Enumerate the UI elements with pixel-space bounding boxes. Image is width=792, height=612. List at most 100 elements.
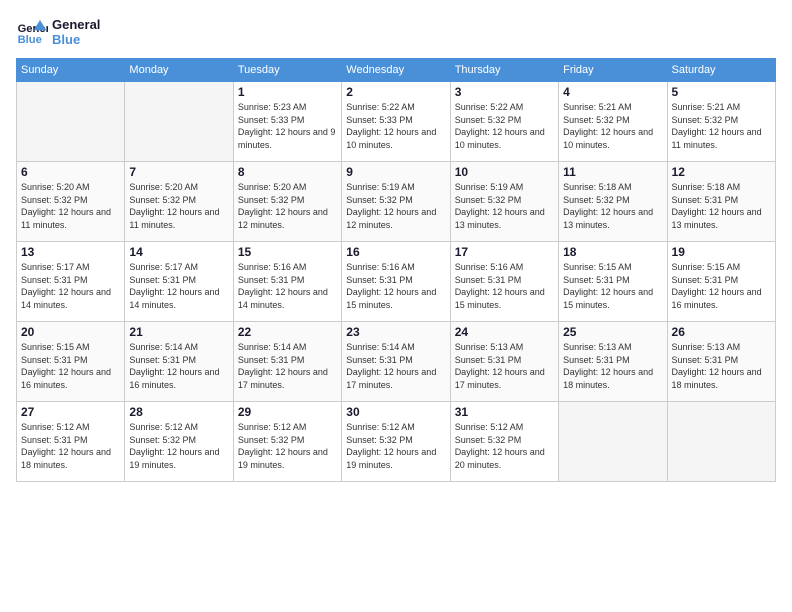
- day-info: Sunrise: 5:15 AMSunset: 5:31 PMDaylight:…: [672, 261, 771, 311]
- day-info: Sunrise: 5:15 AMSunset: 5:31 PMDaylight:…: [21, 341, 120, 391]
- day-info: Sunrise: 5:22 AMSunset: 5:32 PMDaylight:…: [455, 101, 554, 151]
- day-number: 27: [21, 405, 120, 419]
- day-number: 1: [238, 85, 337, 99]
- logo: General Blue General Blue: [16, 16, 100, 48]
- calendar-cell: 15Sunrise: 5:16 AMSunset: 5:31 PMDayligh…: [233, 242, 341, 322]
- day-number: 4: [563, 85, 662, 99]
- calendar-cell: 25 Sunrise: 5:13 AMSunset: 5:31 PMDayligh…: [559, 322, 667, 402]
- calendar-week-row: 27 Sunrise: 5:12 AMSunset: 5:31 PMDayligh…: [17, 402, 776, 482]
- calendar-cell: 4 Sunrise: 5:21 AMSunset: 5:32 PMDaylight…: [559, 82, 667, 162]
- day-number: 16: [346, 245, 445, 259]
- day-number: 3: [455, 85, 554, 99]
- day-number: 7: [129, 165, 228, 179]
- day-info: Sunrise: 5:14 AMSunset: 5:31 PMDaylight:…: [346, 341, 445, 391]
- day-info: Sunrise: 5:17 AMSunset: 5:31 PMDaylight:…: [21, 261, 120, 311]
- day-info: Sunrise: 5:23 AMSunset: 5:33 PMDaylight:…: [238, 101, 337, 151]
- day-info: Sunrise: 5:14 AMSunset: 5:31 PMDaylight:…: [238, 341, 337, 391]
- day-number: 25: [563, 325, 662, 339]
- day-number: 22: [238, 325, 337, 339]
- day-number: 18: [563, 245, 662, 259]
- day-info: Sunrise: 5:12 AMSunset: 5:32 PMDaylight:…: [129, 421, 228, 471]
- calendar-week-row: 1 Sunrise: 5:23 AMSunset: 5:33 PMDaylight…: [17, 82, 776, 162]
- day-info: Sunrise: 5:21 AMSunset: 5:32 PMDaylight:…: [563, 101, 662, 151]
- day-info: Sunrise: 5:16 AMSunset: 5:31 PMDaylight:…: [346, 261, 445, 311]
- day-number: 31: [455, 405, 554, 419]
- calendar-cell: 19 Sunrise: 5:15 AMSunset: 5:31 PMDayligh…: [667, 242, 775, 322]
- calendar-cell: 18 Sunrise: 5:15 AMSunset: 5:31 PMDayligh…: [559, 242, 667, 322]
- day-number: 20: [21, 325, 120, 339]
- day-number: 2: [346, 85, 445, 99]
- weekday-header: Wednesday: [342, 59, 450, 82]
- calendar-cell: 10Sunrise: 5:19 AMSunset: 5:32 PMDayligh…: [450, 162, 558, 242]
- weekday-header: Sunday: [17, 59, 125, 82]
- calendar-week-row: 6 Sunrise: 5:20 AMSunset: 5:32 PMDaylight…: [17, 162, 776, 242]
- calendar-header-row: SundayMondayTuesdayWednesdayThursdayFrid…: [17, 59, 776, 82]
- day-info: Sunrise: 5:20 AMSunset: 5:32 PMDaylight:…: [21, 181, 120, 231]
- weekday-header: Friday: [559, 59, 667, 82]
- day-info: Sunrise: 5:18 AMSunset: 5:31 PMDaylight:…: [672, 181, 771, 231]
- weekday-header: Saturday: [667, 59, 775, 82]
- calendar-cell: 16 Sunrise: 5:16 AMSunset: 5:31 PMDayligh…: [342, 242, 450, 322]
- day-info: Sunrise: 5:12 AMSunset: 5:31 PMDaylight:…: [21, 421, 120, 471]
- day-number: 14: [129, 245, 228, 259]
- day-info: Sunrise: 5:12 AMSunset: 5:32 PMDaylight:…: [238, 421, 337, 471]
- weekday-header: Monday: [125, 59, 233, 82]
- day-number: 6: [21, 165, 120, 179]
- day-info: Sunrise: 5:16 AMSunset: 5:31 PMDaylight:…: [238, 261, 337, 311]
- weekday-header: Tuesday: [233, 59, 341, 82]
- calendar-cell: 6 Sunrise: 5:20 AMSunset: 5:32 PMDaylight…: [17, 162, 125, 242]
- calendar-cell: 22 Sunrise: 5:14 AMSunset: 5:31 PMDayligh…: [233, 322, 341, 402]
- day-number: 13: [21, 245, 120, 259]
- calendar-cell: 29 Sunrise: 5:12 AMSunset: 5:32 PMDayligh…: [233, 402, 341, 482]
- calendar-cell: 3 Sunrise: 5:22 AMSunset: 5:32 PMDaylight…: [450, 82, 558, 162]
- calendar-cell: 26Sunrise: 5:13 AMSunset: 5:31 PMDayligh…: [667, 322, 775, 402]
- calendar-cell: 20 Sunrise: 5:15 AMSunset: 5:31 PMDayligh…: [17, 322, 125, 402]
- day-number: 28: [129, 405, 228, 419]
- calendar-cell: 1 Sunrise: 5:23 AMSunset: 5:33 PMDaylight…: [233, 82, 341, 162]
- calendar-cell: 2 Sunrise: 5:22 AMSunset: 5:33 PMDaylight…: [342, 82, 450, 162]
- calendar-cell: 31Sunrise: 5:12 AMSunset: 5:32 PMDayligh…: [450, 402, 558, 482]
- calendar-cell: 27 Sunrise: 5:12 AMSunset: 5:31 PMDayligh…: [17, 402, 125, 482]
- calendar-week-row: 13 Sunrise: 5:17 AMSunset: 5:31 PMDayligh…: [17, 242, 776, 322]
- day-number: 8: [238, 165, 337, 179]
- calendar-cell: 30 Sunrise: 5:12 AMSunset: 5:32 PMDayligh…: [342, 402, 450, 482]
- day-info: Sunrise: 5:20 AMSunset: 5:32 PMDaylight:…: [129, 181, 228, 231]
- calendar-cell: 11Sunrise: 5:18 AMSunset: 5:32 PMDayligh…: [559, 162, 667, 242]
- day-info: Sunrise: 5:15 AMSunset: 5:31 PMDaylight:…: [563, 261, 662, 311]
- calendar-cell: 24 Sunrise: 5:13 AMSunset: 5:31 PMDayligh…: [450, 322, 558, 402]
- calendar-cell: [559, 402, 667, 482]
- day-info: Sunrise: 5:13 AMSunset: 5:31 PMDaylight:…: [455, 341, 554, 391]
- day-info: Sunrise: 5:13 AMSunset: 5:31 PMDaylight:…: [563, 341, 662, 391]
- svg-text:Blue: Blue: [18, 34, 42, 46]
- day-number: 21: [129, 325, 228, 339]
- day-number: 5: [672, 85, 771, 99]
- calendar-cell: 7 Sunrise: 5:20 AMSunset: 5:32 PMDaylight…: [125, 162, 233, 242]
- calendar-cell: 9Sunrise: 5:19 AMSunset: 5:32 PMDaylight…: [342, 162, 450, 242]
- day-number: 10: [455, 165, 554, 179]
- day-number: 11: [563, 165, 662, 179]
- calendar-cell: [17, 82, 125, 162]
- day-number: 12: [672, 165, 771, 179]
- calendar-cell: 23Sunrise: 5:14 AMSunset: 5:31 PMDayligh…: [342, 322, 450, 402]
- day-number: 19: [672, 245, 771, 259]
- day-info: Sunrise: 5:22 AMSunset: 5:33 PMDaylight:…: [346, 101, 445, 151]
- calendar-cell: 8Sunrise: 5:20 AMSunset: 5:32 PMDaylight…: [233, 162, 341, 242]
- calendar-week-row: 20 Sunrise: 5:15 AMSunset: 5:31 PMDayligh…: [17, 322, 776, 402]
- calendar-cell: 13 Sunrise: 5:17 AMSunset: 5:31 PMDayligh…: [17, 242, 125, 322]
- calendar-cell: 12 Sunrise: 5:18 AMSunset: 5:31 PMDayligh…: [667, 162, 775, 242]
- page-header: General Blue General Blue: [16, 16, 776, 48]
- calendar-table: SundayMondayTuesdayWednesdayThursdayFrid…: [16, 58, 776, 482]
- day-number: 17: [455, 245, 554, 259]
- day-info: Sunrise: 5:21 AMSunset: 5:32 PMDaylight:…: [672, 101, 771, 151]
- day-info: Sunrise: 5:13 AMSunset: 5:31 PMDaylight:…: [672, 341, 771, 391]
- logo-text-general: General: [52, 17, 100, 32]
- day-info: Sunrise: 5:17 AMSunset: 5:31 PMDaylight:…: [129, 261, 228, 311]
- day-number: 29: [238, 405, 337, 419]
- calendar-cell: 28 Sunrise: 5:12 AMSunset: 5:32 PMDayligh…: [125, 402, 233, 482]
- day-info: Sunrise: 5:12 AMSunset: 5:32 PMDaylight:…: [346, 421, 445, 471]
- day-info: Sunrise: 5:19 AMSunset: 5:32 PMDaylight:…: [346, 181, 445, 231]
- calendar-cell: 17Sunrise: 5:16 AMSunset: 5:31 PMDayligh…: [450, 242, 558, 322]
- day-number: 24: [455, 325, 554, 339]
- day-number: 30: [346, 405, 445, 419]
- weekday-header: Thursday: [450, 59, 558, 82]
